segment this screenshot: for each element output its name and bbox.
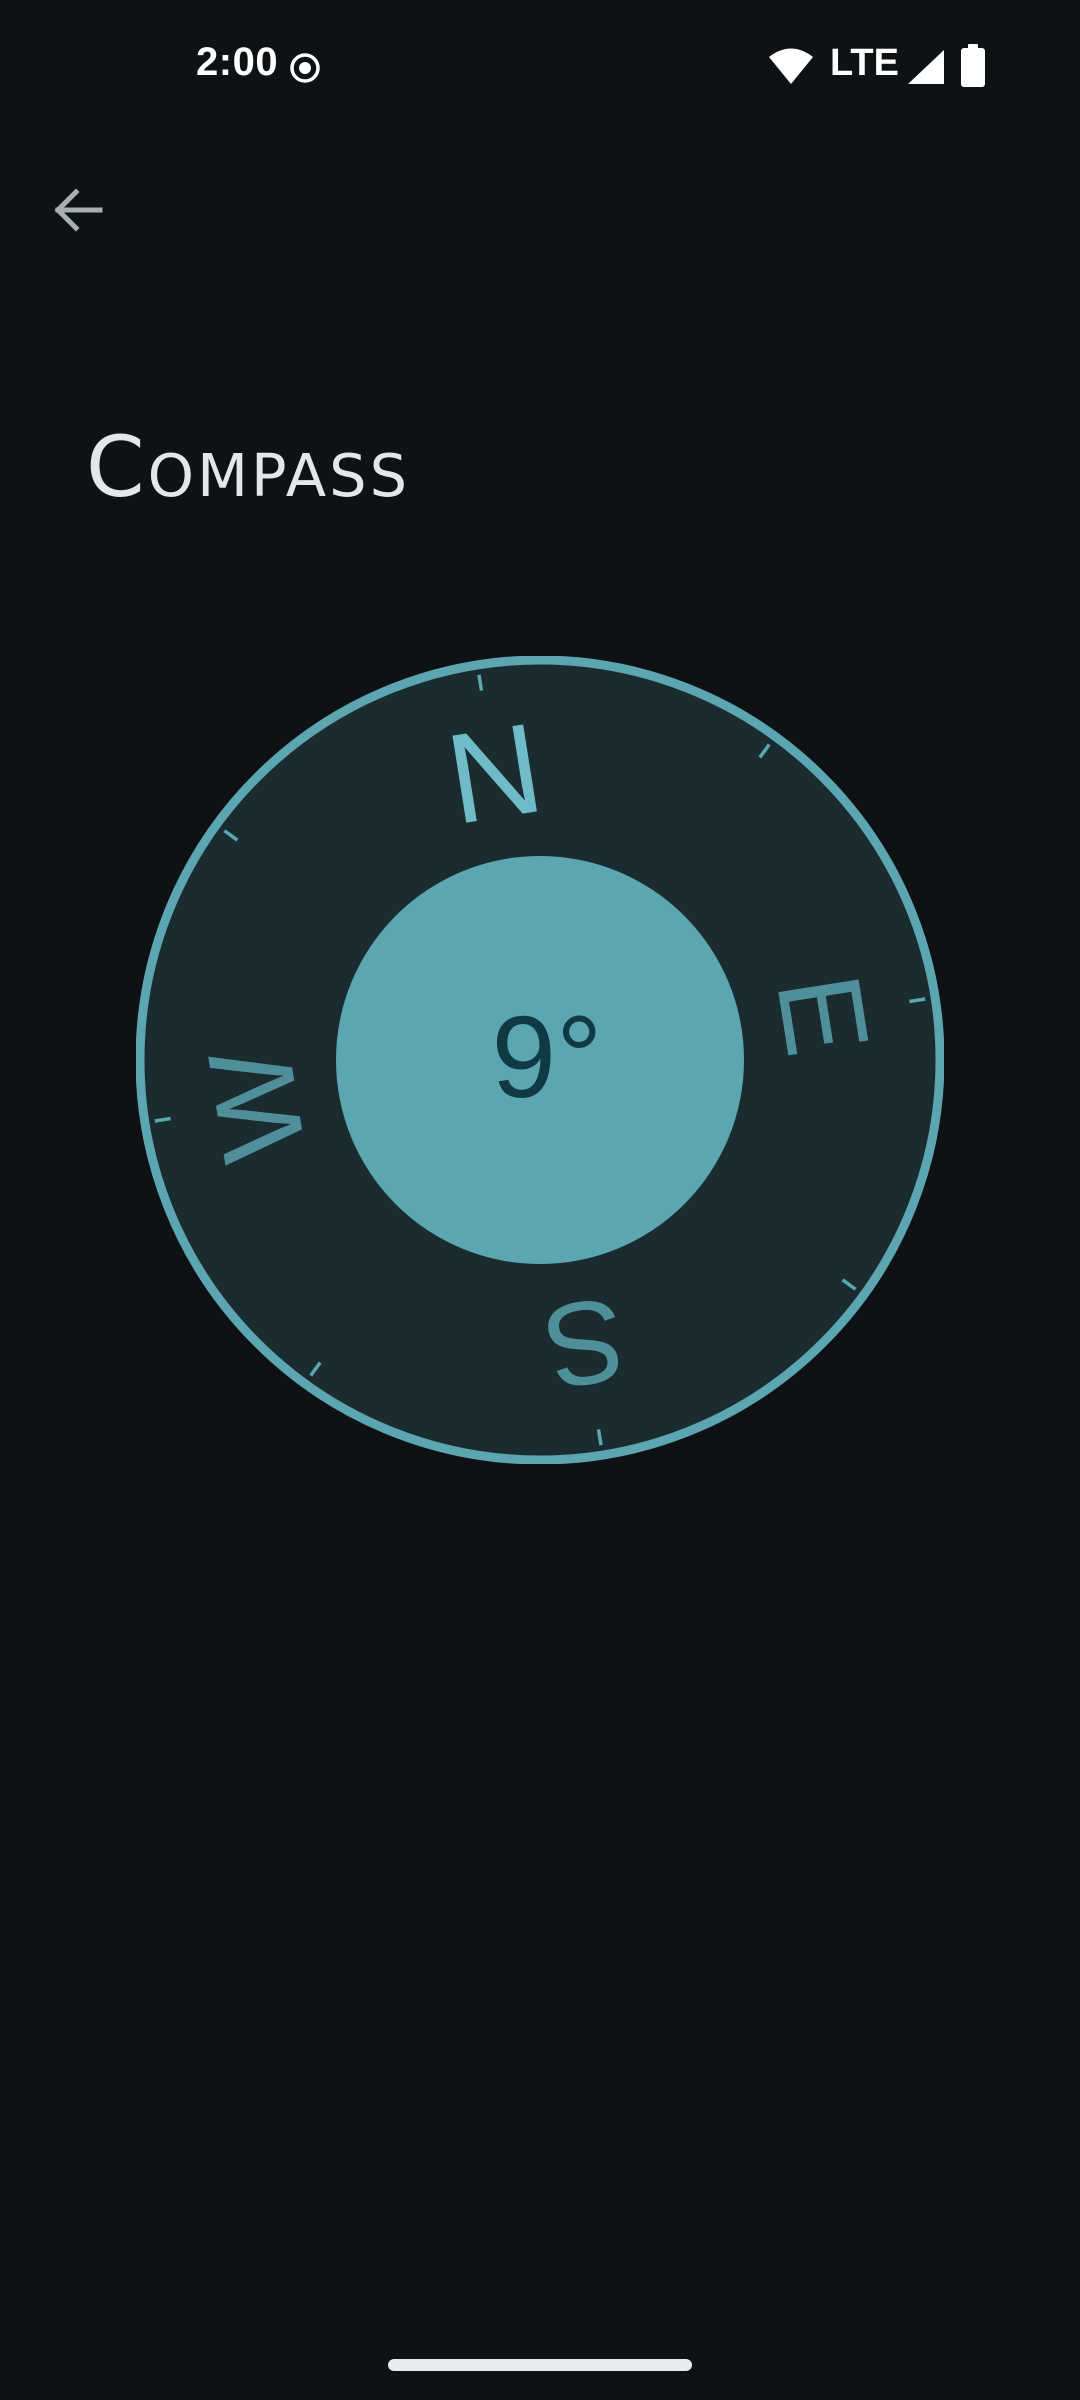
page-title: Compass [86, 418, 411, 516]
status-bar: 2:00 LTE [0, 0, 1080, 132]
tick-mark [477, 674, 484, 691]
compass-dial: N E S W 9° [136, 656, 944, 1464]
signal-icon [906, 48, 946, 90]
home-indicator[interactable] [388, 2359, 692, 2371]
arrow-back-icon [54, 188, 103, 232]
battery-icon [960, 44, 986, 92]
tick-mark [909, 997, 926, 1004]
tick-mark [154, 1116, 171, 1123]
tick-mark [596, 1429, 603, 1446]
location-icon [288, 51, 322, 89]
wifi-icon [768, 46, 814, 90]
back-button[interactable] [36, 168, 120, 252]
compass-screen: 2:00 LTE Compass N E S W 9° [0, 0, 1080, 2400]
compass-graphic: N E S W [136, 656, 944, 1464]
heading-disc [336, 856, 744, 1264]
network-type-label: LTE [830, 42, 899, 84]
cardinal-west: W [184, 1039, 332, 1170]
status-time: 2:00 [196, 40, 279, 84]
